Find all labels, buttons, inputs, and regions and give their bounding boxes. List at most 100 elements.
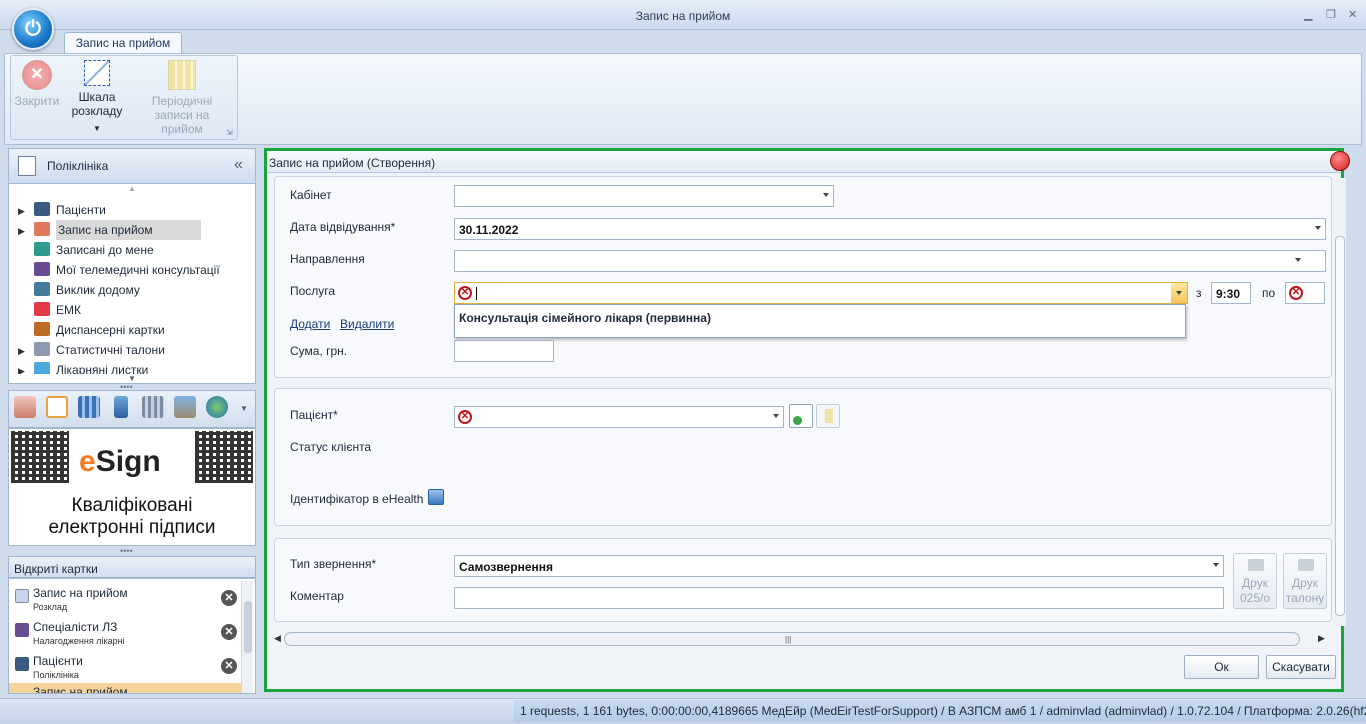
clinic-module-icon[interactable] [46,396,68,418]
scroll-left-icon[interactable]: ◀ [274,633,281,644]
open-card-subtitle: Поліклініка [33,670,79,680]
open-card-subtitle: Налагодження лікарні [33,636,125,646]
expand-icon[interactable]: ▶ [18,341,34,361]
open-card-item[interactable]: Пацієнти Поліклініка ✕ [13,651,241,685]
status-text: 1 requests, 1 161 bytes, 0:00:00:00,4189… [514,700,1366,722]
delete-link[interactable]: Видалити [340,317,394,331]
add-link[interactable]: Додати [290,317,330,331]
globe-icon[interactable] [206,396,228,418]
print-coupon-button[interactable]: Друк талону [1283,553,1327,609]
cancel-button[interactable]: Скасувати [1266,655,1336,679]
tab-appointment[interactable]: Запис на прийом [64,32,182,54]
sidebar-header: Поліклініка [8,148,256,184]
sum-input[interactable] [454,340,554,362]
open-card-item[interactable]: Спеціалісти ЛЗ Налагодження лікарні ✕ [13,617,241,651]
print-025-button[interactable]: Друк 025/о [1233,553,1277,609]
patient-select[interactable]: ✕ [454,406,784,428]
collapse-icon[interactable]: « [234,156,243,174]
sidebar-item-label: Статистичні талони [56,343,165,357]
sidebar-item-assigned[interactable]: Записані до мене [34,240,154,260]
ehealth-sync-icon[interactable] [428,489,444,505]
add-patient-icon[interactable] [789,404,813,428]
close-card-icon[interactable]: ✕ [221,624,237,640]
periodic-label-1: Періодичні [151,94,213,108]
scroll-up-icon[interactable]: ▲ [128,184,136,193]
appeal-section [274,538,1332,622]
comment-label: Коментар [290,589,344,603]
sidebar-item-patients[interactable]: ▶ Пацієнти [18,200,106,220]
open-card-title: Спеціалісти ЛЗ [33,620,118,634]
emr-icon [34,302,50,316]
close-card-icon[interactable]: ✕ [221,658,237,674]
appeal-type-select[interactable]: Самозвернення [454,555,1224,577]
grid-module-icon[interactable] [78,396,100,418]
medical-icon[interactable] [114,396,128,418]
chevron-down-icon[interactable] [1295,258,1301,262]
close-card-icon[interactable]: ✕ [221,590,237,606]
sidebar-item-stat-coupons[interactable]: ▶ Статистичні талони [18,340,165,360]
minimize-icon[interactable]: ▁ [1304,8,1312,21]
dialog-launcher-icon[interactable]: ⇲ [226,128,233,137]
service-label: Послуга [290,284,336,298]
time-to-input[interactable]: ✕ [1285,282,1325,304]
patient-card-icon[interactable] [816,404,840,428]
schedule-scale-button[interactable]: Шкала розкладу ▼ [70,60,124,136]
appointment-icon [34,222,50,236]
open-cards-scrollbar[interactable] [241,581,253,693]
referral-label: Направлення [290,252,365,266]
house-icon[interactable] [174,396,196,418]
referral-select[interactable] [454,250,1326,272]
close-button-label: Закрити [14,94,60,108]
scroll-right-icon[interactable]: ▶ [1318,633,1325,644]
expand-icon[interactable]: ▶ [18,221,34,241]
cabinet-select[interactable] [454,185,834,207]
sidebar-title: Поліклініка [47,159,109,173]
patient-label: Пацієнт* [290,408,338,422]
sidebar-item-sick-leave[interactable]: ▶ Лікарняні листки [18,360,148,374]
books-icon[interactable] [142,396,164,418]
chevron-down-icon[interactable] [823,193,829,197]
chevron-down-icon[interactable] [1213,563,1219,567]
service-combobox[interactable]: ✕ [454,282,1188,304]
chevron-down-icon[interactable] [1315,226,1321,230]
service-option[interactable]: Консультація сімейного лікаря (первинна) [459,311,711,325]
expand-icon[interactable]: ▶ [18,361,34,374]
open-card-item[interactable]: Запис на прийом Розклад ✕ [13,583,241,617]
home-call-icon [34,282,50,296]
visit-date-value: 30.11.2022 [459,223,519,237]
expand-icon[interactable]: ▶ [18,201,34,221]
restore-icon[interactable]: ❐ [1326,8,1336,21]
calendar-icon[interactable] [14,396,36,418]
error-icon: ✕ [458,286,472,300]
client-status-label: Статус клієнта [290,440,372,454]
open-card-item-active[interactable]: Запис на прийом [9,683,243,693]
visit-date-input[interactable]: 30.11.2022 [454,218,1326,240]
esign-banner[interactable]: eSign Кваліфіковані електронні підписи [8,428,256,546]
time-from-input[interactable]: 9:30 [1211,282,1251,304]
close-window-icon[interactable]: ✕ [1348,8,1357,21]
close-button[interactable]: ✕ Закрити [12,60,62,108]
window-title: Запис на прийом [635,9,731,23]
sidebar-item-emr[interactable]: ЕМК [34,300,81,320]
comment-input[interactable] [454,587,1224,609]
form-title: Запис на прийом (Створення) [267,151,1341,173]
sidebar-item-appointment[interactable]: ▶ Запис на прийом [18,220,201,241]
schedule-scale-icon [84,60,110,86]
sidebar-item-dispensary[interactable]: Диспансерні картки [34,320,165,340]
service-dropdown-button[interactable] [1171,283,1187,303]
app-menu-icon[interactable]: ⏻ [12,8,54,50]
close-form-icon[interactable] [1330,151,1350,171]
esign-subtitle-2: електронні підписи [48,517,216,538]
ehealth-label: Ідентифікатор в eHealth [290,492,424,506]
ok-button[interactable]: Ок [1184,655,1259,679]
form-horizontal-scrollbar[interactable]: ||| [284,632,1300,646]
chevron-down-icon[interactable] [773,414,779,418]
patient-icon [15,657,29,671]
periodic-appointments-button[interactable]: Періодичні записи на прийом [140,60,224,136]
appeal-type-value: Самозвернення [459,560,553,574]
splitter-grip-icon[interactable]: •••• [120,546,133,556]
chevron-down-icon[interactable]: ▼ [240,404,248,413]
form-vertical-scrollbar[interactable] [1334,178,1346,626]
sidebar-item-telemedicine[interactable]: Мої телемедичні консультації [34,260,220,280]
sidebar-item-home-call[interactable]: Виклик додому [34,280,140,300]
